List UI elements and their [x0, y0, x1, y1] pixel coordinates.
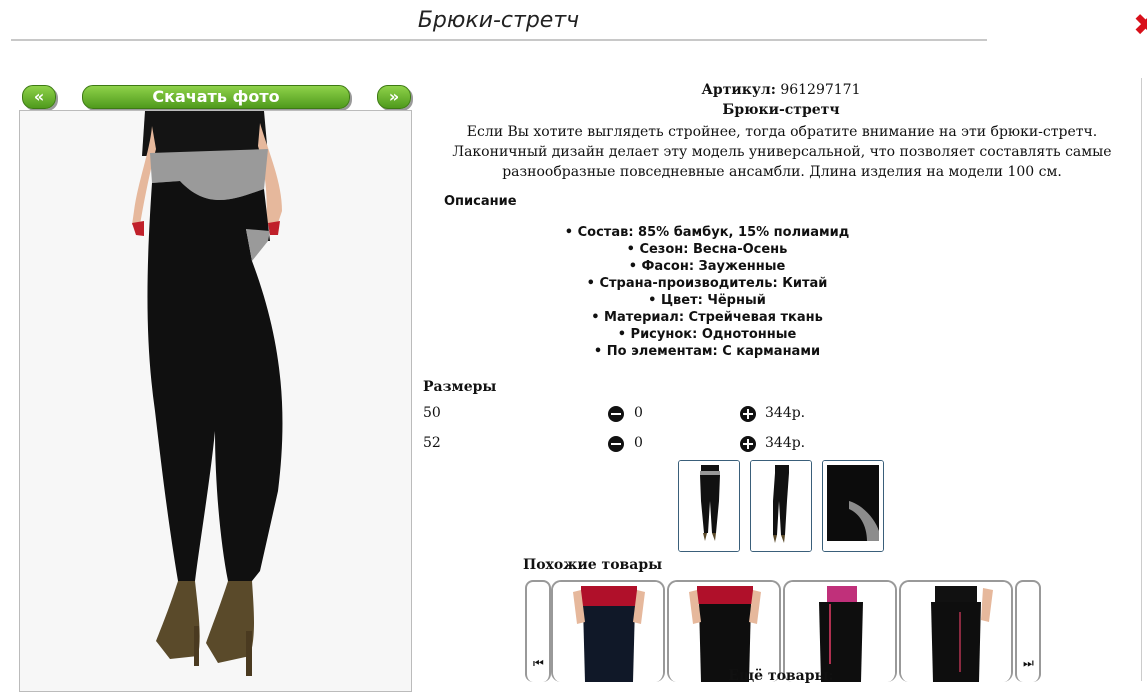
product-photo-image — [20, 111, 411, 691]
plus-circle-icon[interactable] — [740, 436, 756, 452]
minus-circle-icon[interactable] — [608, 436, 624, 452]
properties-list: • Состав: 85% бамбук, 15% полиамид • Сез… — [417, 224, 997, 360]
article-value: 961297171 — [780, 82, 861, 98]
property-item: • Сезон: Весна-Осень — [626, 242, 788, 257]
close-icon[interactable]: ✖ — [1133, 8, 1147, 44]
similar-product-item[interactable] — [551, 580, 665, 682]
quantity-value: 0 — [634, 435, 643, 451]
thumbnail-image — [679, 461, 739, 551]
similar-product-image — [669, 582, 779, 682]
scrollbar-edge[interactable] — [1141, 78, 1142, 681]
similar-products-carousel: ⏮ ⏭ — [525, 580, 1041, 682]
size-value: 50 — [423, 405, 441, 421]
property-item: • Состав: 85% бамбук, 15% полиамид — [564, 225, 850, 240]
product-name: Брюки-стретч — [722, 102, 840, 118]
similar-product-image — [901, 582, 1011, 682]
similar-product-item[interactable] — [783, 580, 897, 682]
main-product-photo[interactable] — [19, 110, 412, 692]
similar-product-item[interactable] — [899, 580, 1013, 682]
size-row: 52 0 344р. — [423, 435, 843, 455]
plus-circle-icon[interactable] — [740, 406, 756, 422]
similar-product-image — [785, 582, 895, 682]
next-photo-button[interactable]: » — [377, 85, 411, 109]
size-value: 52 — [423, 435, 441, 451]
prev-photo-button[interactable]: « — [22, 85, 56, 109]
sizes-heading: Размеры — [423, 379, 497, 395]
thumbnail-image — [751, 461, 811, 551]
property-item: • Рисунок: Однотонные — [617, 327, 797, 342]
similar-product-image — [553, 582, 663, 682]
similar-product-item[interactable] — [667, 580, 781, 682]
size-row: 50 0 344р. — [423, 405, 843, 425]
carousel-prev-button[interactable]: ⏮ — [525, 580, 551, 682]
price-value: 344р. — [765, 405, 806, 421]
article-line: Артикул: 961297171 — [417, 82, 1145, 98]
property-item: • Материал: Стрейчевая ткань — [591, 310, 823, 325]
price-value: 344р. — [765, 435, 806, 451]
minus-circle-icon[interactable] — [608, 406, 624, 422]
property-item: • Фасон: Зауженные — [628, 259, 786, 274]
quantity-value: 0 — [634, 405, 643, 421]
thumbnail-side[interactable] — [750, 460, 812, 552]
page-title: Брюки-стретч — [417, 8, 580, 33]
property-item: • Страна-производитель: Китай — [586, 276, 828, 291]
thumbnail-detail[interactable] — [822, 460, 884, 552]
carousel-next-button[interactable]: ⏭ — [1015, 580, 1041, 682]
description-heading: Описание — [444, 194, 517, 209]
property-item: • Цвет: Чёрный — [648, 293, 766, 308]
thumbnail-front[interactable] — [678, 460, 740, 552]
product-description: Если Вы хотите выглядеть стройнее, тогда… — [452, 124, 1112, 180]
property-item: • По элементам: С карманами — [593, 344, 821, 359]
title-divider — [11, 39, 987, 41]
download-photo-button[interactable]: Скачать фото — [82, 85, 350, 109]
article-label: Артикул: — [701, 82, 776, 98]
thumbnail-image — [823, 461, 883, 551]
more-products-heading: Ещё товары: — [728, 668, 834, 684]
similar-products-heading: Похожие товары — [523, 557, 663, 573]
